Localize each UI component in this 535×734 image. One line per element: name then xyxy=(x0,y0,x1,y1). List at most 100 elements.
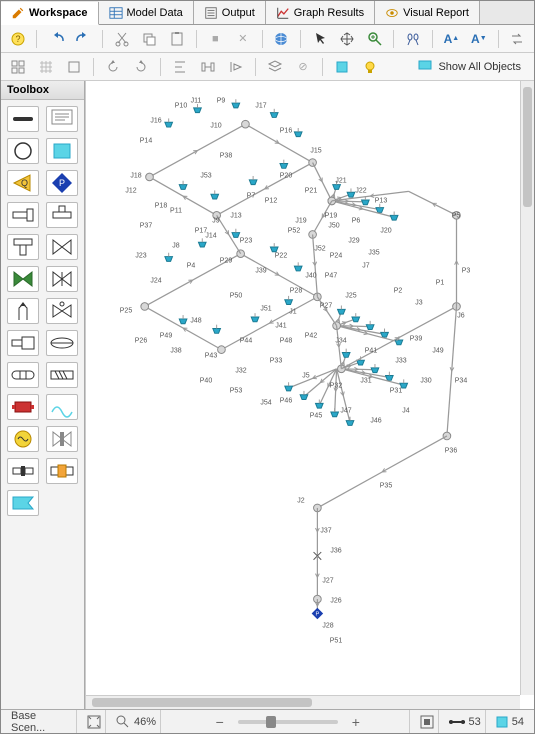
diagram-label: P21 xyxy=(305,188,317,195)
tab-label: Model Data xyxy=(127,7,183,19)
tool-pipe[interactable] xyxy=(7,106,39,132)
flip-icon[interactable] xyxy=(225,56,247,78)
diagram-label: J49 xyxy=(432,348,443,355)
diagram-label: P36 xyxy=(445,448,457,455)
distribute-icon[interactable] xyxy=(197,56,219,78)
copy-button[interactable] xyxy=(139,28,160,50)
font-decrease-icon[interactable]: A▼ xyxy=(468,28,489,50)
tool-orifice[interactable] xyxy=(46,426,78,452)
diagram-label: P23 xyxy=(240,238,252,245)
show-all-objects-button[interactable]: Show All Objects xyxy=(410,56,528,78)
diagram-label: P31 xyxy=(390,388,402,395)
swap-icon[interactable] xyxy=(507,28,528,50)
tool-screen[interactable] xyxy=(46,362,78,388)
cut-button[interactable] xyxy=(111,28,132,50)
tab-model-data[interactable]: Model Data xyxy=(99,1,194,24)
tool-compressor[interactable] xyxy=(46,394,78,420)
diagram-label: P2 xyxy=(394,288,403,295)
fit-button[interactable] xyxy=(83,710,106,733)
svg-text:P: P xyxy=(315,611,319,617)
globe-icon[interactable] xyxy=(271,28,292,50)
layers-icon[interactable] xyxy=(264,56,286,78)
pointer-icon[interactable] xyxy=(309,28,330,50)
diagram-label: J26 xyxy=(330,598,341,605)
tool-valve2[interactable] xyxy=(46,266,78,292)
grid-icon[interactable] xyxy=(7,56,29,78)
diagram-label: J11 xyxy=(191,98,202,105)
tool-bend[interactable] xyxy=(7,362,39,388)
zoom-out-button[interactable]: − xyxy=(212,714,228,730)
snap-icon[interactable] xyxy=(63,56,85,78)
zoom-slider[interactable] xyxy=(238,720,338,724)
chart-icon xyxy=(276,6,290,20)
extent-button[interactable] xyxy=(416,710,439,733)
diagram-label: P22 xyxy=(275,253,287,260)
tool-control-valve[interactable] xyxy=(46,298,78,324)
paste-button[interactable] xyxy=(166,28,187,50)
close-button[interactable]: ✕ xyxy=(232,28,253,50)
diagram-label: J2 xyxy=(297,498,304,505)
font-increase-icon[interactable]: A▲ xyxy=(441,28,462,50)
toolbox-panel: Toolbox QP xyxy=(1,81,85,709)
diagram-label: J38 xyxy=(170,348,181,355)
tool-tee-alt[interactable] xyxy=(7,234,39,260)
tab-visual-report[interactable]: Visual Report xyxy=(375,1,480,24)
tab-output[interactable]: Output xyxy=(194,1,266,24)
junction-count: 54 xyxy=(512,716,524,728)
tool-reservoir-circle[interactable] xyxy=(7,138,39,164)
rotate-right-icon[interactable] xyxy=(130,56,152,78)
diagram-label: J50 xyxy=(328,223,339,230)
diagram-label: P52 xyxy=(288,228,300,235)
find-icon[interactable] xyxy=(402,28,423,50)
tool-check-valve[interactable] xyxy=(7,266,39,292)
delete-button[interactable]: ■ xyxy=(205,28,226,50)
tool-heat-exchanger[interactable] xyxy=(7,426,39,452)
tool-relief-valve[interactable] xyxy=(7,298,39,324)
pipe-count-cell: 53 xyxy=(445,710,486,733)
tool-assigned-flow[interactable]: Q xyxy=(7,170,39,196)
bulb-icon[interactable] xyxy=(359,56,381,78)
lock-icon[interactable]: ⊘ xyxy=(292,56,314,78)
tool-dead-end[interactable] xyxy=(7,490,39,516)
help-icon[interactable]: ? xyxy=(7,28,28,50)
tool-assigned-pressure[interactable]: P xyxy=(46,170,78,196)
status-bar: Base Scen... 46% − + 53 54 xyxy=(1,709,534,733)
tab-workspace[interactable]: Workspace xyxy=(1,2,99,25)
diagram-label: J12 xyxy=(125,188,136,195)
pan-icon[interactable] xyxy=(336,28,357,50)
tool-area-change2[interactable] xyxy=(46,330,78,356)
zoom-in-icon[interactable] xyxy=(364,28,385,50)
toggle-grid-icon[interactable] xyxy=(35,56,57,78)
tool-spray[interactable] xyxy=(7,458,39,484)
tool-separator[interactable] xyxy=(46,458,78,484)
highlight-icon[interactable] xyxy=(331,56,353,78)
redo-button[interactable] xyxy=(73,28,94,50)
diagram-label: P16 xyxy=(280,128,292,135)
tool-valve[interactable] xyxy=(46,234,78,260)
scenario-cell[interactable]: Base Scen... xyxy=(7,710,77,733)
zoom-in-button[interactable]: + xyxy=(348,714,364,730)
junction-count-cell: 54 xyxy=(492,710,528,733)
diagram-label: J25 xyxy=(345,293,356,300)
tool-area-change[interactable] xyxy=(7,330,39,356)
tool-tee[interactable] xyxy=(46,202,78,228)
vertical-scrollbar[interactable] xyxy=(520,81,534,695)
tab-graph-results[interactable]: Graph Results xyxy=(266,1,375,24)
undo-button[interactable] xyxy=(45,28,66,50)
tool-annotation[interactable] xyxy=(46,106,78,132)
diagram-label: P12 xyxy=(265,198,277,205)
diagram-label: J4 xyxy=(402,408,409,415)
horizontal-scrollbar[interactable] xyxy=(86,695,520,709)
diagram-label: J21 xyxy=(335,178,346,185)
rotate-left-icon[interactable] xyxy=(102,56,124,78)
align-icon[interactable] xyxy=(169,56,191,78)
diagram-label: J54 xyxy=(260,400,271,407)
pipe-icon xyxy=(449,718,465,726)
diagram-label: J5 xyxy=(302,373,309,380)
zoom-cell: 46% xyxy=(112,710,161,733)
tool-reservoir-rect[interactable] xyxy=(46,138,78,164)
tool-pump[interactable] xyxy=(7,394,39,420)
tool-branch[interactable] xyxy=(7,202,39,228)
workspace-canvas[interactable]: P J11J16P10P9J17P14J10P16J15J18P11J9P7P2… xyxy=(86,81,520,695)
show-all-icon xyxy=(417,57,433,76)
